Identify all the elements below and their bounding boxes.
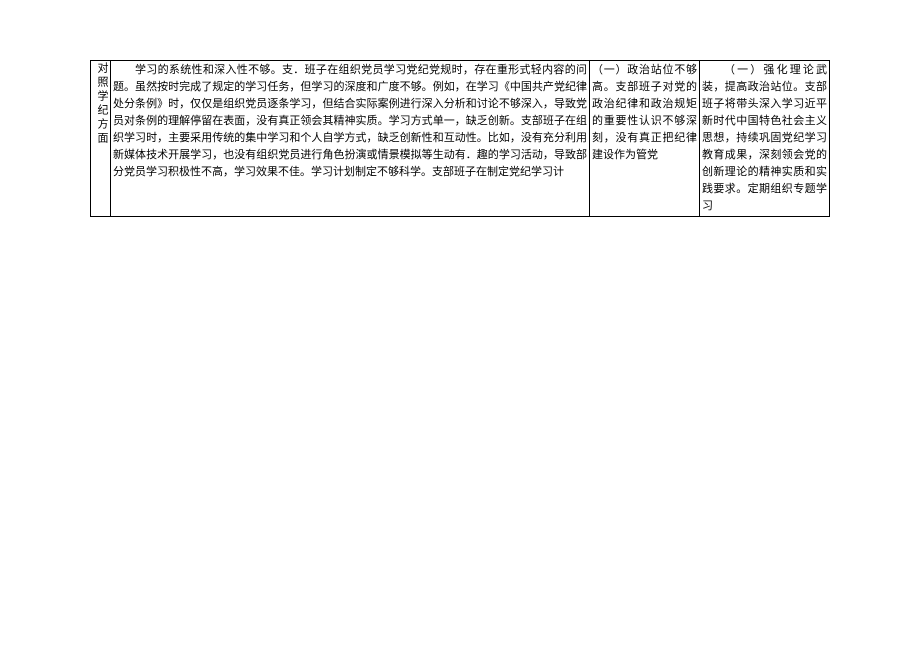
row-header-cell: 对照学纪方面 <box>91 61 111 217</box>
right-content-cell: （一）强化理论武装，提高政治站位。支部班子将带头深入学习近平新时代中国特色社会主… <box>700 61 830 217</box>
row-header-label: 对照学纪方面 <box>93 62 110 146</box>
table-row: 对照学纪方面 学习的系统性和深入性不够。支．班子在组织党员学习党纪党规时，存在重… <box>91 61 830 217</box>
main-content-cell: 学习的系统性和深入性不够。支．班子在组织党员学习党纪党规时，存在重形式轻内容的问… <box>111 61 590 217</box>
mid-content-text: （一）政治站位不够高。支部班子对党的政治纪律和政治规矩的重要性认识不够深刻，没有… <box>592 62 697 164</box>
document-table: 对照学纪方面 学习的系统性和深入性不够。支．班子在组织党员学习党纪党规时，存在重… <box>90 60 830 217</box>
main-content-text: 学习的系统性和深入性不够。支．班子在组织党员学习党纪党规时，存在重形式轻内容的问… <box>113 62 587 181</box>
mid-content-cell: （一）政治站位不够高。支部班子对党的政治纪律和政治规矩的重要性认识不够深刻，没有… <box>590 61 700 217</box>
right-content-text: （一）强化理论武装，提高政治站位。支部班子将带头深入学习近平新时代中国特色社会主… <box>702 62 827 215</box>
